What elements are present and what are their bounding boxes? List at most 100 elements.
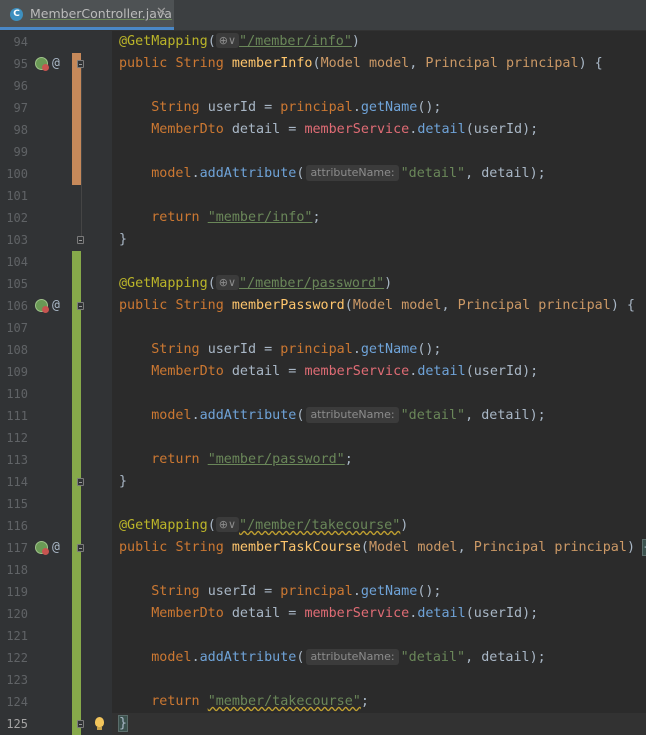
- code-line: 102 return "member/info";: [0, 207, 646, 229]
- annotation-gutter-icon[interactable]: @: [52, 298, 60, 314]
- line-number[interactable]: 115: [0, 493, 28, 515]
- code-line: 96: [0, 75, 646, 97]
- url-globe-icon[interactable]: ⊕∨: [215, 33, 240, 48]
- tab-member-controller[interactable]: C MemberController.java ✕: [0, 0, 174, 30]
- line-number[interactable]: 108: [0, 339, 28, 361]
- line-number[interactable]: 112: [0, 427, 28, 449]
- line-number[interactable]: 102: [0, 207, 28, 229]
- code-line: 99: [0, 141, 646, 163]
- line-number[interactable]: 125: [0, 713, 28, 735]
- tab-label: MemberController.java: [30, 6, 172, 21]
- code-line: 118: [0, 559, 646, 581]
- param-hint: attributeName:: [306, 165, 399, 181]
- line-number[interactable]: 96: [0, 75, 28, 97]
- line-number[interactable]: 124: [0, 691, 28, 713]
- line-number[interactable]: 99: [0, 141, 28, 163]
- code-line: 119 String userId = principal.getName();: [0, 581, 646, 603]
- code-text[interactable]: model.addAttribute(attributeName: "detail…: [119, 163, 546, 185]
- line-number[interactable]: 107: [0, 317, 28, 339]
- line-number[interactable]: 95: [0, 53, 28, 75]
- code-text[interactable]: @GetMapping(⊕∨ "/member/takecourse"): [119, 515, 408, 537]
- line-number[interactable]: 103: [0, 229, 28, 251]
- code-text[interactable]: return "member/info";: [119, 207, 320, 229]
- line-number[interactable]: 104: [0, 251, 28, 273]
- line-number[interactable]: 105: [0, 273, 28, 295]
- code-text[interactable]: public String memberTaskCourse(Model mod…: [119, 537, 646, 559]
- url-globe-icon[interactable]: ⊕∨: [215, 275, 240, 290]
- code-text[interactable]: }: [119, 471, 127, 493]
- code-line: 104: [0, 251, 646, 273]
- code-line: 121: [0, 625, 646, 647]
- code-line: 107: [0, 317, 646, 339]
- close-icon[interactable]: ✕: [156, 5, 167, 20]
- fold-toggle-icon[interactable]: [77, 60, 84, 68]
- code-line: 123: [0, 669, 646, 691]
- line-number[interactable]: 116: [0, 515, 28, 537]
- code-line: 112: [0, 427, 646, 449]
- code-text[interactable]: @GetMapping(⊕∨ "/member/info"): [119, 31, 360, 53]
- line-number[interactable]: 121: [0, 625, 28, 647]
- line-number[interactable]: 97: [0, 97, 28, 119]
- code-line: 101: [0, 185, 646, 207]
- line-number[interactable]: 101: [0, 185, 28, 207]
- spring-bean-mapping-icon[interactable]: [35, 541, 49, 555]
- code-text[interactable]: }: [119, 229, 127, 251]
- line-number[interactable]: 110: [0, 383, 28, 405]
- code-line: 117 public String memberTaskCourse(Model …: [0, 537, 646, 559]
- code-line: 105 @GetMapping(⊕∨ "/member/password"): [0, 273, 646, 295]
- code-text[interactable]: MemberDto detail = memberService.detail(…: [119, 603, 538, 625]
- code-line: 103}: [0, 229, 646, 251]
- line-number[interactable]: 123: [0, 669, 28, 691]
- fold-toggle-icon[interactable]: [77, 236, 84, 244]
- line-number[interactable]: 94: [0, 31, 28, 53]
- code-text[interactable]: model.addAttribute(attributeName: "detail…: [119, 405, 546, 427]
- code-text[interactable]: MemberDto detail = memberService.detail(…: [119, 361, 538, 383]
- line-number[interactable]: 98: [0, 119, 28, 141]
- code-text[interactable]: String userId = principal.getName();: [119, 97, 441, 119]
- fold-toggle-icon[interactable]: [77, 478, 84, 486]
- code-text[interactable]: MemberDto detail = memberService.detail(…: [119, 119, 538, 141]
- code-line: 106 public String memberPassword(Model mo…: [0, 295, 646, 317]
- code-line: 111 model.addAttribute(attributeName: "de…: [0, 405, 646, 427]
- code-line: 100 model.addAttribute(attributeName: "de…: [0, 163, 646, 185]
- line-number[interactable]: 100: [0, 163, 28, 185]
- code-editor[interactable]: 94 @GetMapping(⊕∨ "/member/info") 95 public …: [0, 31, 646, 735]
- line-number[interactable]: 111: [0, 405, 28, 427]
- code-line: 116 @GetMapping(⊕∨ "/member/takecourse"): [0, 515, 646, 537]
- code-text[interactable]: public String memberInfo(Model model, Pr…: [119, 53, 603, 75]
- code-line: 108 String userId = principal.getName();: [0, 339, 646, 361]
- annotation-gutter-icon[interactable]: @: [52, 56, 60, 72]
- line-number[interactable]: 119: [0, 581, 28, 603]
- line-number[interactable]: 106: [0, 295, 28, 317]
- line-number[interactable]: 118: [0, 559, 28, 581]
- spring-bean-mapping-icon[interactable]: [35, 299, 49, 313]
- code-text[interactable]: model.addAttribute(attributeName: "detail…: [119, 647, 546, 669]
- intention-bulb-icon[interactable]: [95, 717, 104, 730]
- code-text[interactable]: }: [117, 713, 129, 735]
- line-number[interactable]: 120: [0, 603, 28, 625]
- code-text[interactable]: String userId = principal.getName();: [119, 581, 441, 603]
- fold-toggle-icon[interactable]: [77, 302, 84, 310]
- param-hint: attributeName:: [306, 649, 399, 665]
- line-number[interactable]: 117: [0, 537, 28, 559]
- fold-toggle-icon[interactable]: [77, 544, 84, 552]
- line-number[interactable]: 113: [0, 449, 28, 471]
- code-line: 122 model.addAttribute(attributeName: "de…: [0, 647, 646, 669]
- code-text[interactable]: @GetMapping(⊕∨ "/member/password"): [119, 273, 392, 295]
- code-text[interactable]: String userId = principal.getName();: [119, 339, 441, 361]
- annotation-gutter-icon[interactable]: @: [52, 540, 60, 556]
- code-text[interactable]: return "member/takecourse";: [119, 691, 369, 713]
- code-line: 97 String userId = principal.getName();: [0, 97, 646, 119]
- line-number[interactable]: 114: [0, 471, 28, 493]
- spring-bean-mapping-icon[interactable]: [35, 57, 49, 71]
- code-line: 124 return "member/takecourse";: [0, 691, 646, 713]
- code-line: 109 MemberDto detail = memberService.det…: [0, 361, 646, 383]
- class-icon: C: [10, 8, 23, 21]
- fold-toggle-icon[interactable]: [77, 720, 84, 728]
- url-globe-icon[interactable]: ⊕∨: [215, 517, 240, 532]
- param-hint: attributeName:: [306, 407, 399, 423]
- line-number[interactable]: 122: [0, 647, 28, 669]
- code-text[interactable]: return "member/password";: [119, 449, 353, 471]
- code-text[interactable]: public String memberPassword(Model model…: [119, 295, 635, 317]
- line-number[interactable]: 109: [0, 361, 28, 383]
